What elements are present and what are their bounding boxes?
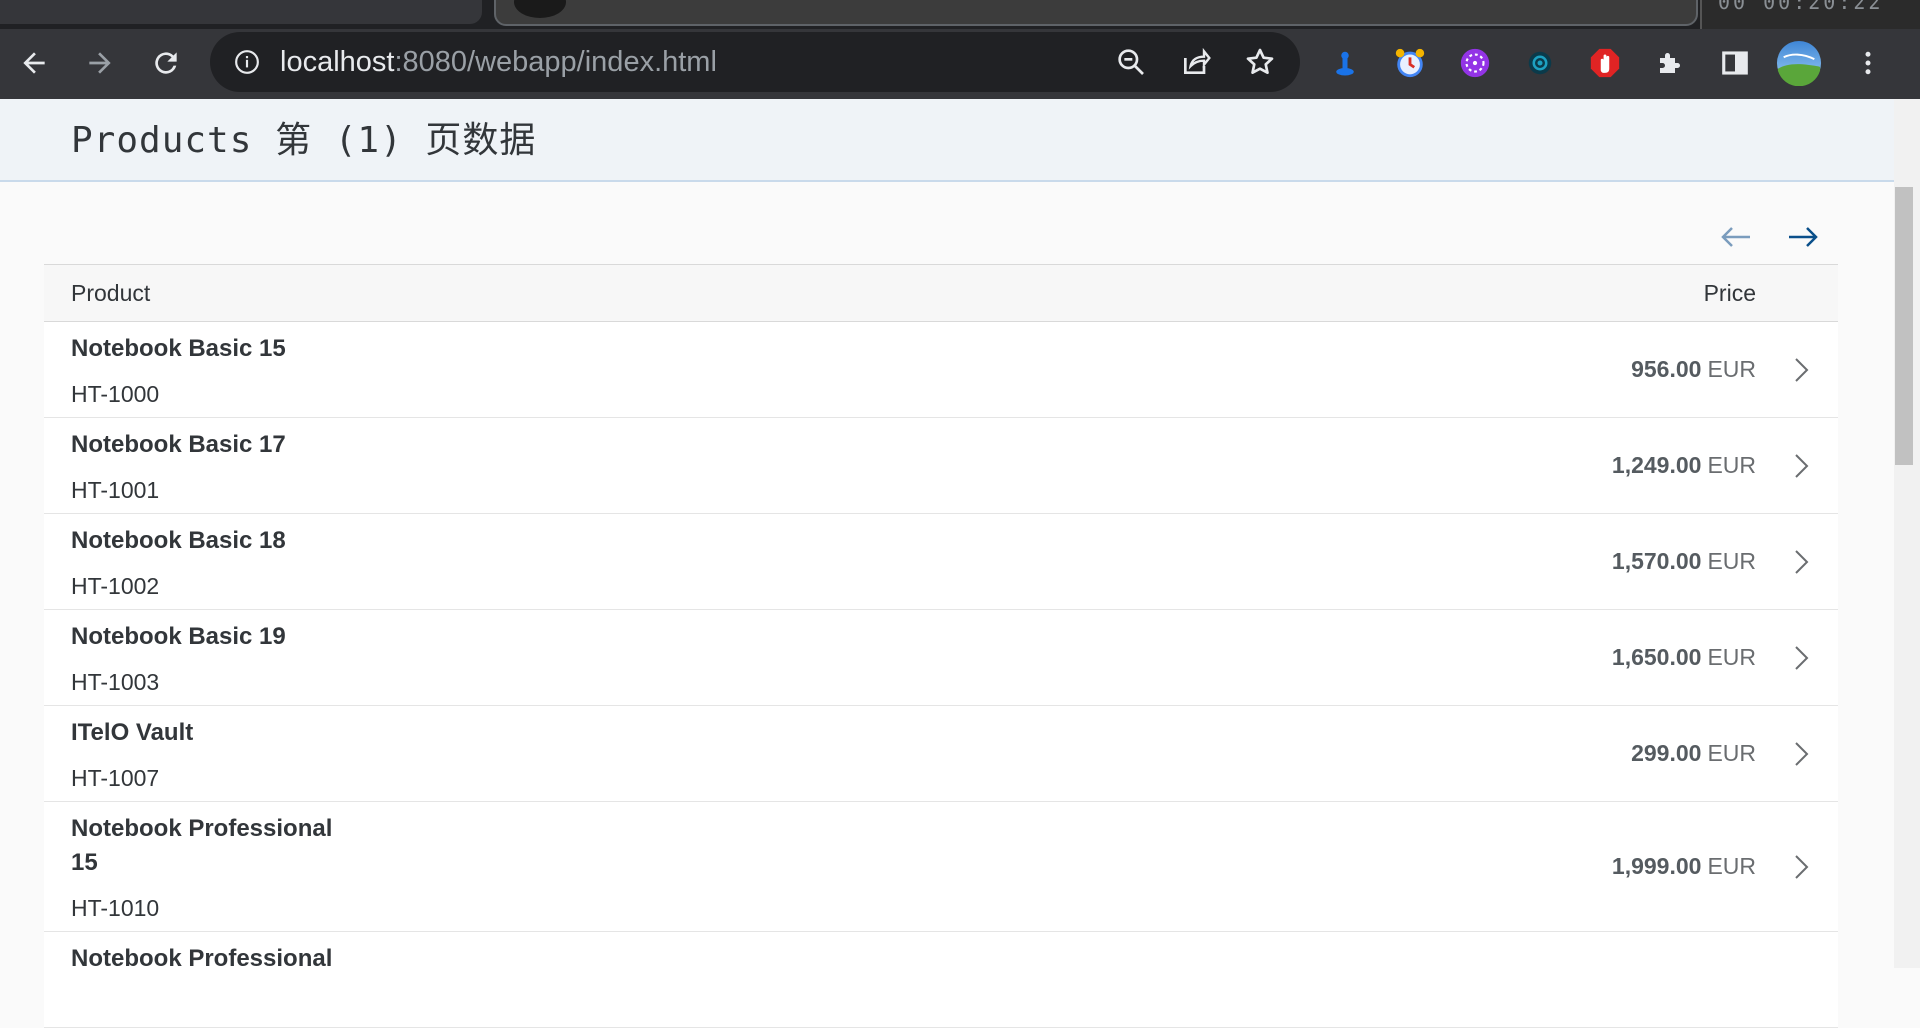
price-value: 299.00 [1631, 740, 1702, 766]
zoom-icon[interactable] [1115, 46, 1147, 78]
vue-devtools-icon[interactable] [1520, 43, 1560, 83]
products-table: Product Price Notebook Basic 15 HT-1000 … [44, 264, 1838, 1028]
product-name: Notebook Basic 17 [71, 431, 286, 458]
price-value: 1,570.00 [1611, 548, 1702, 574]
url-text[interactable]: localhost:8080/webapp/index.html [280, 32, 717, 92]
browser-tab[interactable] [0, 0, 482, 24]
profile-avatar-icon[interactable] [1775, 39, 1823, 87]
column-header-price[interactable]: Price [1704, 265, 1756, 321]
tampermonkey-icon[interactable] [1325, 43, 1365, 83]
share-icon[interactable] [1180, 46, 1212, 78]
chevron-right-icon[interactable] [1792, 452, 1810, 480]
previous-page-button[interactable] [1711, 212, 1761, 262]
product-id: HT-1010 [71, 895, 160, 921]
arrow-right-icon [89, 52, 111, 74]
product-name: Notebook Professional [71, 945, 333, 972]
clock-widget: 00 00:20:22 [1700, 0, 1920, 29]
arrow-right-icon [1789, 227, 1818, 247]
product-name: Notebook Professional 15 [71, 815, 333, 876]
product-id: HT-1003 [71, 669, 160, 695]
product-id: HT-1000 [71, 381, 160, 407]
address-bar[interactable]: localhost:8080/webapp/index.html [210, 32, 1300, 92]
more-menu-icon[interactable] [1848, 43, 1888, 83]
product-name: Notebook Basic 19 [71, 623, 286, 650]
product-name: Notebook Basic 18 [71, 527, 286, 554]
table-row[interactable]: Notebook Basic 17 HT-1001 1,249.00 EUR [44, 418, 1838, 514]
reload-button[interactable] [142, 39, 190, 87]
price-currency: EUR [1707, 452, 1756, 478]
url-host: localhost [280, 46, 395, 78]
table-row[interactable]: Notebook Professional 15 HT-1010 1,999.0… [44, 802, 1838, 932]
bookmark-star-icon[interactable] [1244, 46, 1276, 78]
chevron-right-icon[interactable] [1792, 548, 1810, 576]
table-row[interactable]: ITelO Vault HT-1007 299.00 EUR [44, 706, 1838, 802]
table-row[interactable]: Notebook Professional [44, 932, 1838, 1028]
product-price: 1,249.00 EUR [1612, 418, 1756, 513]
price-value: 1,249.00 [1611, 452, 1702, 478]
back-button[interactable] [10, 39, 58, 87]
reload-icon [155, 52, 177, 74]
price-currency: EUR [1707, 356, 1756, 382]
chevron-right-icon[interactable] [1792, 644, 1810, 672]
product-id: HT-1001 [71, 477, 160, 503]
side-panel-icon[interactable] [1715, 43, 1755, 83]
price-currency: EUR [1707, 740, 1756, 766]
product-name: ITelO Vault [71, 719, 194, 746]
devtools-extension-icon[interactable] [1455, 43, 1495, 83]
table-row[interactable]: Notebook Basic 15 HT-1000 956.00 EUR [44, 322, 1838, 418]
table-row[interactable]: Notebook Basic 18 HT-1002 1,570.00 EUR [44, 514, 1838, 610]
product-name: Notebook Basic 15 [71, 335, 286, 362]
price-value: 1,999.00 [1611, 853, 1702, 879]
alarm-clock-icon[interactable] [1390, 43, 1430, 83]
product-price: 299.00 EUR [1631, 706, 1756, 801]
product-price: 1,999.00 EUR [1612, 802, 1756, 931]
product-price: 1,650.00 EUR [1612, 610, 1756, 705]
product-price: 956.00 EUR [1631, 322, 1756, 417]
puzzle-icon[interactable] [1650, 43, 1690, 83]
browser-tab-inactive[interactable] [494, 0, 1698, 26]
price-value: 956.00 [1631, 356, 1702, 382]
browser-toolbar: localhost:8080/webapp/index.html [0, 29, 1920, 99]
arrow-left-icon [23, 52, 45, 74]
page-header: Products 第 (1) 页数据 [0, 99, 1894, 182]
adblock-icon[interactable] [1585, 43, 1625, 83]
next-page-button[interactable] [1778, 212, 1828, 262]
table-row[interactable]: Notebook Basic 19 HT-1003 1,650.00 EUR [44, 610, 1838, 706]
chevron-right-icon[interactable] [1792, 356, 1810, 384]
forward-button[interactable] [76, 39, 124, 87]
price-currency: EUR [1707, 644, 1756, 670]
browser-tab-strip: 00 00:20:22 [0, 0, 1920, 29]
scrollbar-thumb[interactable] [1895, 187, 1913, 465]
price-currency: EUR [1707, 853, 1756, 879]
product-id: HT-1002 [71, 573, 160, 599]
product-id: HT-1007 [71, 765, 160, 791]
info-icon[interactable] [234, 49, 260, 75]
chevron-right-icon[interactable] [1792, 853, 1810, 881]
arrow-left-icon [1721, 227, 1750, 247]
price-value: 1,650.00 [1611, 644, 1702, 670]
column-header-product[interactable]: Product [71, 265, 150, 321]
chevron-right-icon[interactable] [1792, 740, 1810, 768]
table-header: Product Price [44, 264, 1838, 322]
product-price: 1,570.00 EUR [1612, 514, 1756, 609]
page-title: Products 第 (1) 页数据 [71, 120, 537, 161]
price-currency: EUR [1707, 548, 1756, 574]
url-path: :8080/webapp/index.html [394, 46, 717, 78]
